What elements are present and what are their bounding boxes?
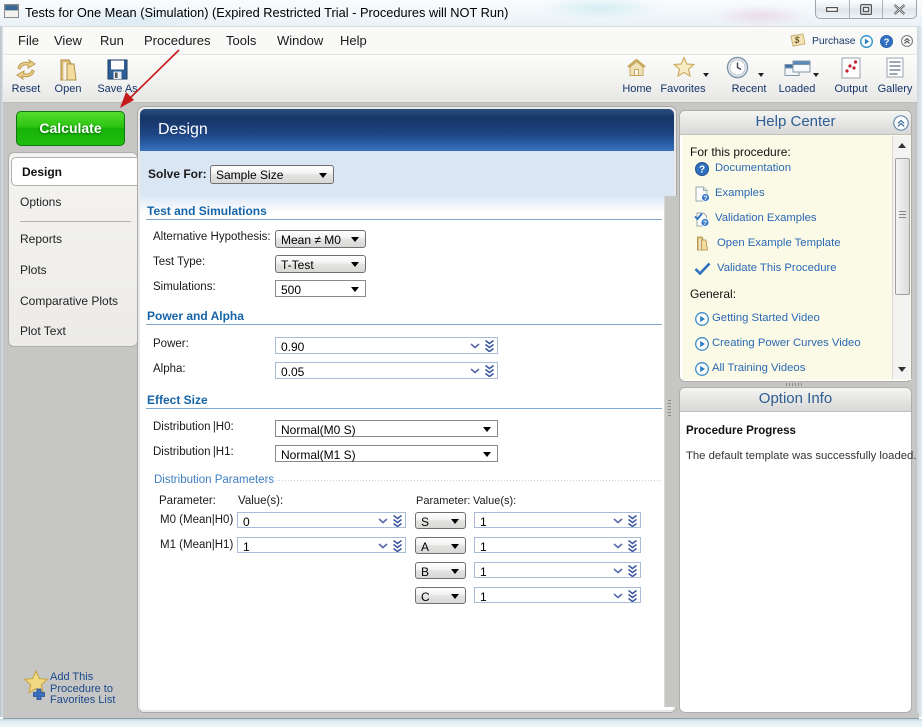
svg-text:$: $: [793, 35, 800, 45]
svg-text:?: ?: [884, 37, 890, 48]
svg-text:?: ?: [703, 220, 707, 227]
svg-text:?: ?: [704, 195, 708, 202]
svg-text:?: ?: [699, 165, 705, 176]
